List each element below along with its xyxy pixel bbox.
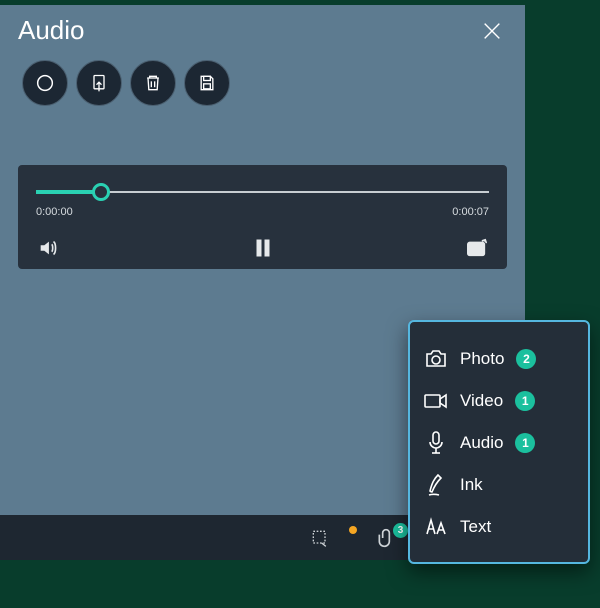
- crop-icon: [310, 528, 330, 548]
- player-controls: [36, 236, 489, 260]
- crop-button[interactable]: [309, 527, 331, 549]
- volume-icon: [37, 237, 59, 259]
- close-icon: [481, 20, 503, 42]
- seek-track[interactable]: [36, 181, 489, 203]
- menu-item-audio[interactable]: Audio 1: [424, 422, 588, 464]
- track-thumb[interactable]: [92, 183, 110, 201]
- video-icon: [424, 392, 448, 410]
- save-icon: [197, 73, 217, 93]
- menu-count-badge: 2: [516, 349, 536, 369]
- menu-item-ink[interactable]: Ink: [424, 464, 588, 506]
- attachment-count-badge: 3: [393, 523, 408, 538]
- fullscreen-icon: [466, 238, 488, 258]
- menu-item-photo[interactable]: Photo 2: [424, 338, 588, 380]
- current-time: 0:00:00: [36, 206, 73, 218]
- panel-header: Audio: [0, 5, 525, 46]
- orange-dot-icon: [349, 526, 357, 534]
- fullscreen-button[interactable]: [465, 236, 489, 260]
- attachment-button[interactable]: 3: [375, 527, 397, 549]
- action-buttons: [0, 46, 525, 106]
- panel-title: Audio: [18, 15, 85, 46]
- import-button[interactable]: [76, 60, 122, 106]
- close-button[interactable]: [477, 16, 507, 46]
- menu-count-badge: 1: [515, 433, 535, 453]
- menu-label: Audio: [460, 433, 503, 453]
- menu-label: Photo: [460, 349, 504, 369]
- menu-item-text[interactable]: Text: [424, 506, 588, 548]
- save-button[interactable]: [184, 60, 230, 106]
- pause-icon: [255, 239, 271, 257]
- menu-label: Video: [460, 391, 503, 411]
- trash-icon: [143, 73, 163, 93]
- time-row: 0:00:00 0:00:07: [36, 206, 489, 218]
- pen-icon: [425, 473, 447, 497]
- menu-item-video[interactable]: Video 1: [424, 380, 588, 422]
- camera-icon: [424, 349, 448, 369]
- track-progress: [36, 190, 98, 194]
- total-time: 0:00:07: [452, 206, 489, 218]
- audio-player: 0:00:00 0:00:07: [18, 165, 507, 269]
- menu-label: Text: [460, 517, 491, 537]
- record-icon: [34, 72, 56, 94]
- record-button[interactable]: [22, 60, 68, 106]
- import-icon: [89, 73, 109, 93]
- text-icon: [424, 517, 448, 537]
- notification-dot: [349, 526, 357, 534]
- menu-count-badge: 1: [515, 391, 535, 411]
- delete-button[interactable]: [130, 60, 176, 106]
- microphone-icon: [426, 431, 446, 455]
- pause-button[interactable]: [251, 236, 275, 260]
- volume-button[interactable]: [36, 236, 60, 260]
- insert-menu: Photo 2 Video 1 Audio 1: [408, 320, 590, 564]
- menu-label: Ink: [460, 475, 483, 495]
